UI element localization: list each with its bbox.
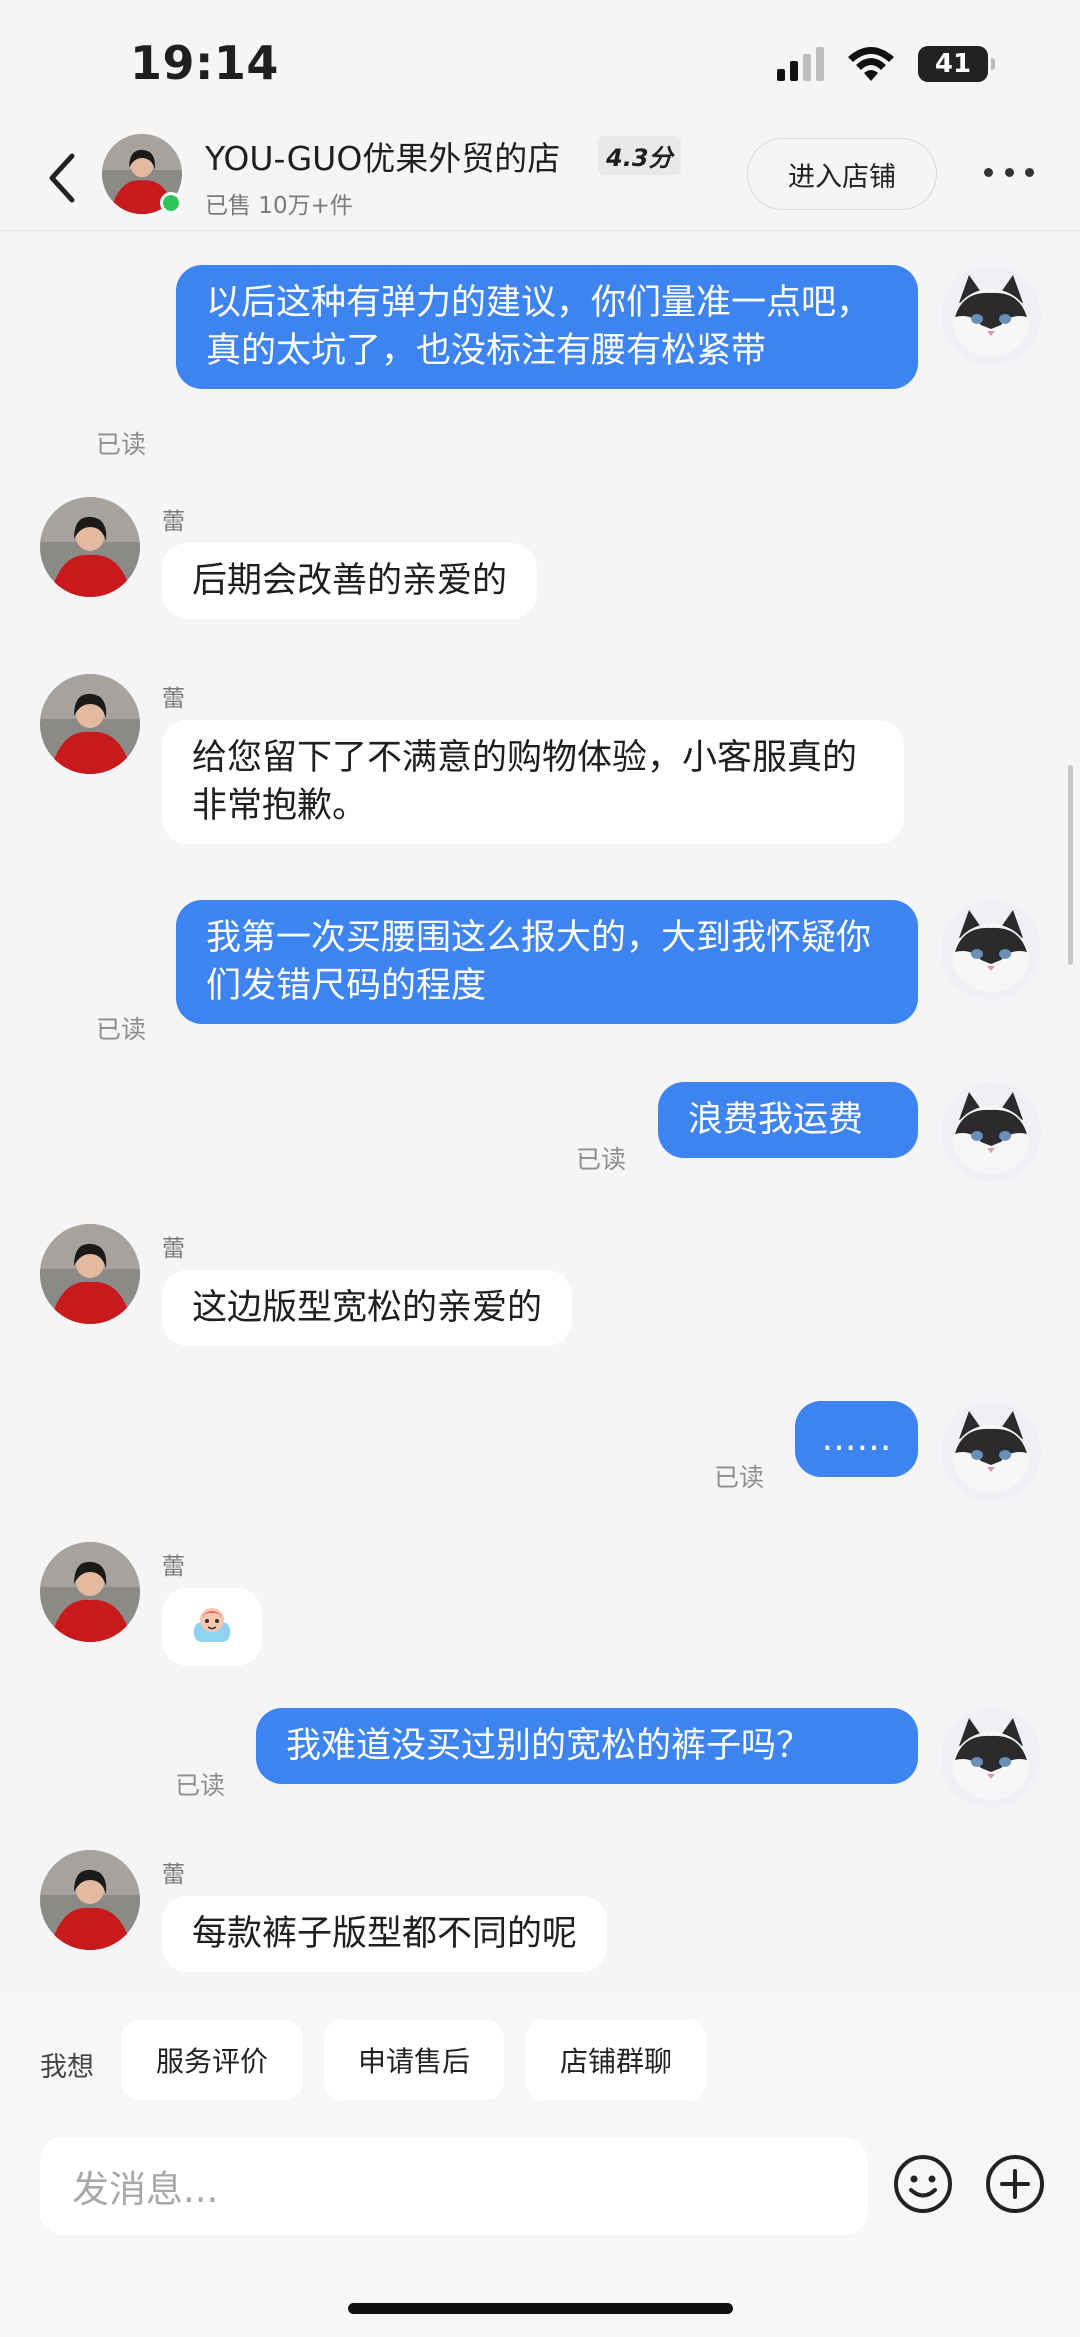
status-time: 19:14: [130, 36, 279, 90]
quick-action-service-review[interactable]: 服务评价: [122, 2020, 302, 2100]
sender-name: 蕾: [162, 1554, 185, 1580]
message-bubble[interactable]: 我第一次买腰围这么报大的，大到我怀疑你们发错尺码的程度: [176, 900, 918, 1024]
message-input[interactable]: 发消息...: [40, 2137, 868, 2235]
agent-avatar[interactable]: [40, 1224, 140, 1324]
read-status: 已读: [96, 1015, 147, 1044]
quick-actions-label: 我想: [40, 2052, 94, 2083]
sender-name: 蕾: [162, 686, 185, 712]
shop-rating-badge: 4.3分: [598, 136, 681, 175]
scrollbar[interactable]: [1068, 765, 1073, 965]
agent-avatar[interactable]: [40, 1542, 140, 1642]
message-bubble[interactable]: 以后这种有弹力的建议，你们量准一点吧，真的太坑了，也没标注有腰有松紧带: [176, 265, 918, 389]
sender-name: 蕾: [162, 1862, 185, 1888]
read-status: 已读: [96, 430, 147, 459]
online-status-dot: [160, 192, 182, 214]
message-bubble[interactable]: 我难道没买过别的宽松的裤子吗？: [256, 1708, 918, 1784]
more-options-icon[interactable]: [984, 168, 1034, 180]
status-icons: 41: [777, 44, 995, 84]
sold-count: 已售 10万+件: [205, 193, 353, 219]
message-bubble[interactable]: 给您留下了不满意的购物体验，小客服真的非常抱歉。: [162, 720, 904, 844]
emoji-icon[interactable]: [892, 2153, 954, 2215]
agent-avatar[interactable]: [40, 497, 140, 597]
sender-name: 蕾: [162, 509, 185, 535]
read-status: 已读: [576, 1145, 627, 1174]
my-avatar[interactable]: [941, 1708, 1041, 1808]
quick-action-group-chat[interactable]: 店铺群聊: [525, 2020, 707, 2100]
sticker-icon: [194, 1608, 230, 1642]
message-bubble[interactable]: 每款裤子版型都不同的呢: [162, 1896, 608, 1972]
add-icon[interactable]: [984, 2153, 1046, 2215]
sender-name: 蕾: [162, 1236, 185, 1262]
shop-name[interactable]: YOU-GUO优果外贸的店: [205, 132, 560, 180]
home-indicator[interactable]: [348, 2303, 733, 2314]
my-avatar[interactable]: [941, 900, 1041, 1000]
back-chevron-icon[interactable]: [42, 150, 82, 206]
agent-avatar[interactable]: [40, 1850, 140, 1950]
message-bubble[interactable]: 后期会改善的亲爱的: [162, 543, 538, 619]
read-status: 已读: [714, 1463, 765, 1492]
enter-shop-button[interactable]: 进入店铺: [747, 138, 937, 210]
wifi-icon: [848, 47, 894, 81]
my-avatar[interactable]: [941, 265, 1041, 365]
message-bubble[interactable]: 这边版型宽松的亲爱的: [162, 1270, 573, 1346]
read-status: 已读: [175, 1771, 226, 1800]
agent-avatar[interactable]: [40, 674, 140, 774]
my-avatar[interactable]: [941, 1082, 1041, 1182]
quick-action-after-sales[interactable]: 申请售后: [324, 2020, 504, 2100]
battery-icon: 41: [918, 46, 995, 82]
message-bubble[interactable]: 浪费我运费: [658, 1082, 918, 1158]
cellular-signal-icon: [777, 47, 824, 81]
chat-header: YOU-GUO优果外贸的店 4.3分 已售 10万+件 进入店铺: [0, 120, 1080, 231]
sticker-bubble[interactable]: [162, 1588, 262, 1666]
my-avatar[interactable]: [941, 1401, 1041, 1501]
message-bubble[interactable]: ……: [795, 1401, 918, 1477]
